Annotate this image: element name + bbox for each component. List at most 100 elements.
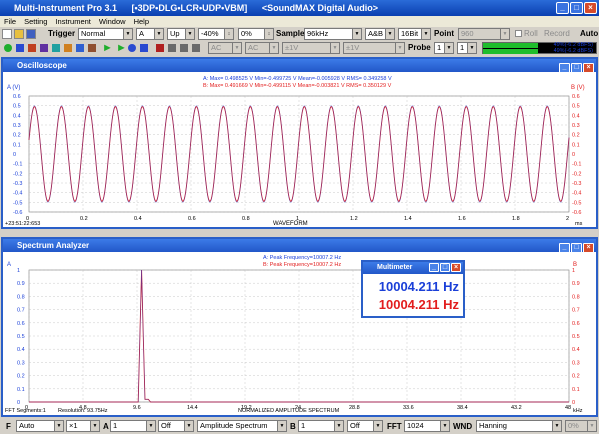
channels-select[interactable]: A&B ▼ xyxy=(365,28,395,40)
trigger-mode-select[interactable]: Normal ▼ xyxy=(78,28,133,40)
fft-size-select[interactable]: 1024 ▼ xyxy=(404,420,450,432)
range-a-select[interactable]: ±1V ▼ xyxy=(282,42,340,54)
maximize-icon[interactable]: □ xyxy=(571,243,582,253)
multimeter-value-b: 10004.211 Hz xyxy=(378,297,459,312)
coupling-a-select[interactable]: AC ▼ xyxy=(208,42,242,54)
spec-x-tick: 43.2 xyxy=(511,405,522,411)
trigger-edge-select[interactable]: Up ▼ xyxy=(167,28,195,40)
spec-y-tick: 0.1 xyxy=(17,387,25,393)
spec-y2-tick: 1 xyxy=(572,268,575,274)
menu-help[interactable]: Help xyxy=(134,17,149,26)
oscilloscope-window: Oscilloscope _ □ × A (V) B (V) A: Max= 0.4… xyxy=(1,57,598,229)
osc-y2-tick: -0.4 xyxy=(572,191,581,197)
spec-y-tick: 0.6 xyxy=(17,321,25,327)
spectrum-icon[interactable] xyxy=(28,44,36,52)
auto-button[interactable]: Auto xyxy=(580,28,598,40)
close-button[interactable]: × xyxy=(584,2,597,14)
minimize-icon[interactable]: _ xyxy=(559,63,570,73)
b-scale-select[interactable]: 1 ▼ xyxy=(298,420,344,432)
spec-y-tick: 0 xyxy=(17,400,20,406)
mixer-icon[interactable] xyxy=(192,44,200,52)
b-label: B xyxy=(290,422,296,431)
dds-icon[interactable] xyxy=(64,44,72,52)
oscilloscope-plot[interactable]: A (V) B (V) A: Max= 0.498525 V Min=-0.49… xyxy=(3,72,596,227)
open-icon[interactable] xyxy=(14,29,24,39)
app-title: Multi-Instrument Pro 3.1 xyxy=(14,3,118,13)
close-icon[interactable]: × xyxy=(583,243,594,253)
range-b-select[interactable]: ±1V ▼ xyxy=(343,42,405,54)
osc-y2-tick: -0.3 xyxy=(572,181,581,187)
spec-x-tick: 24 xyxy=(295,405,301,411)
pause-icon[interactable] xyxy=(128,44,136,52)
close-icon[interactable]: × xyxy=(451,263,461,272)
menu-window[interactable]: Window xyxy=(99,17,126,26)
trigger-channel-select[interactable]: A ▼ xyxy=(136,28,164,40)
settings-icon[interactable] xyxy=(168,44,176,52)
menu-file[interactable]: File xyxy=(4,17,16,26)
minimize-icon[interactable]: _ xyxy=(559,243,570,253)
sample-rate-select[interactable]: 96kHz ▼ xyxy=(304,28,362,40)
point-select[interactable]: 960 ▼ xyxy=(458,28,510,40)
zoom-select[interactable]: ×1 ▼ xyxy=(66,420,100,432)
minimize-button[interactable]: _ xyxy=(556,2,569,14)
spec-y-tick: 0.4 xyxy=(17,347,25,353)
probe-a-select[interactable]: 1 ▼ xyxy=(434,42,454,54)
function-select[interactable]: Amplitude Spectrum ▼ xyxy=(197,420,287,432)
osc-y-tick: -0.4 xyxy=(13,191,22,197)
close-icon[interactable]: × xyxy=(583,63,594,73)
spec-y-tick: 0.8 xyxy=(17,294,25,300)
osc-y-tick: -0.3 xyxy=(13,181,22,187)
calibration-icon[interactable] xyxy=(180,44,188,52)
osc-y2-tick: 0.5 xyxy=(572,104,580,110)
osc-y2-tick: 0.2 xyxy=(572,133,580,139)
minimize-icon[interactable]: _ xyxy=(429,263,439,272)
spec-y-tick: 0.2 xyxy=(17,374,25,380)
spectrum-plot[interactable]: A B A: Peak Frequency=10007.2 Hz B: Peak… xyxy=(3,252,596,415)
b-offset-select[interactable]: Off ▼ xyxy=(347,420,383,432)
frequency-axis-select[interactable]: Auto ▼ xyxy=(16,420,64,432)
roll-checkbox[interactable] xyxy=(515,30,522,37)
osc-y-tick: 0.1 xyxy=(13,142,21,148)
record-button[interactable]: Record xyxy=(544,28,570,40)
spec-y2-tick: 0.9 xyxy=(572,281,580,287)
osc-stats-a: A: Max= 0.498525 V Min=-0.499725 V Mean=… xyxy=(203,76,392,82)
multimeter-icon[interactable] xyxy=(40,44,48,52)
maximize-icon[interactable]: □ xyxy=(571,63,582,73)
multimeter-value-a: 10004.211 Hz xyxy=(378,279,459,294)
spec-x-title: NORMALIZED AMPLITUDE SPECTRUM xyxy=(238,408,340,414)
coupling-b-select[interactable]: AC ▼ xyxy=(245,42,279,54)
probe-b-select[interactable]: 1 ▼ xyxy=(457,42,477,54)
menu-setting[interactable]: Setting xyxy=(24,17,47,26)
new-icon[interactable] xyxy=(2,29,12,39)
osc-x-unit: ms xyxy=(575,221,583,227)
trigger-delay-stepper[interactable]: 0% ↕ xyxy=(238,28,274,40)
record-icon[interactable] xyxy=(156,44,164,52)
recorder-icon[interactable] xyxy=(76,44,84,52)
run-icon[interactable]: ► xyxy=(102,42,113,54)
save-icon[interactable] xyxy=(26,29,36,39)
trigger-level-stepper[interactable]: -40% ↕ xyxy=(198,28,234,40)
a-scale-select[interactable]: 1 ▼ xyxy=(110,420,156,432)
a-offset-select[interactable]: Off ▼ xyxy=(158,420,194,432)
counter-icon[interactable] xyxy=(88,44,96,52)
stop-icon[interactable] xyxy=(140,44,148,52)
osc-y-tick: 0.4 xyxy=(13,113,21,119)
osc-y-tick: -0.2 xyxy=(13,171,22,177)
start-icon[interactable] xyxy=(4,44,12,52)
spectrum-title: Spectrum Analyzer xyxy=(17,241,90,250)
run-once-icon[interactable]: ► xyxy=(116,42,127,54)
spec-x-tick: 0 xyxy=(25,405,28,411)
oscilloscope-icon[interactable] xyxy=(16,44,24,52)
osc-timestamp: +23:51:22:653 xyxy=(5,221,40,227)
osc-x-tick: 1.4 xyxy=(404,216,412,222)
generator-icon[interactable] xyxy=(52,44,60,52)
menu-instrument[interactable]: Instrument xyxy=(55,17,90,26)
maximize-button[interactable]: □ xyxy=(570,2,583,14)
spec-y2-tick: 0.1 xyxy=(572,387,580,393)
osc-x-tick: 1 xyxy=(296,216,299,222)
bits-select[interactable]: 16Bit ▼ xyxy=(398,28,431,40)
maximize-icon[interactable]: □ xyxy=(440,263,450,272)
overlap-select[interactable]: 0% ▼ xyxy=(565,420,597,432)
window-function-select[interactable]: Hanning ▼ xyxy=(476,420,562,432)
osc-x-tick: 1.6 xyxy=(458,216,466,222)
